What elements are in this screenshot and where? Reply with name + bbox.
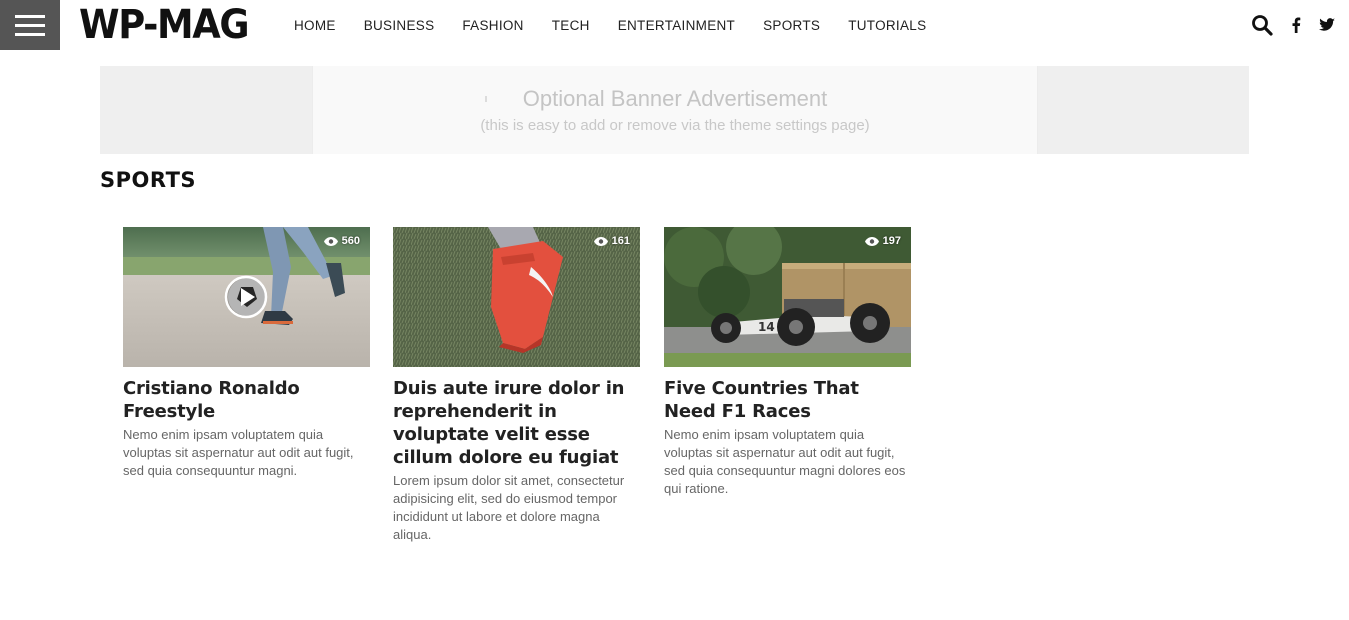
hamburger-line [15,32,45,36]
nav-item-home[interactable]: HOME [294,18,336,33]
section-title: SPORTS [100,168,197,192]
banner-ad[interactable]: Optional Banner Advertisement (this is e… [100,66,1249,154]
eye-icon [593,236,608,246]
nav-item-fashion[interactable]: FASHION [462,18,523,33]
eye-icon [864,236,879,246]
site-logo[interactable]: WP-MAG [79,3,250,47]
car-number: 14 [758,320,775,334]
twitter-icon[interactable] [1319,18,1335,32]
hamburger-menu-icon[interactable] [0,0,60,50]
view-count-value: 197 [882,235,901,247]
post-card[interactable]: 560 Cristiano Ronaldo Freestyle Nemo eni… [123,227,370,480]
nav-item-sports[interactable]: SPORTS [763,18,820,33]
red-football-boot-image [393,227,640,367]
banner-subtitle: (this is easy to add or remove via the t… [480,117,870,134]
view-count-value: 161 [611,235,630,247]
post-excerpt: Nemo enim ipsam voluptatem quia voluptas… [664,427,906,496]
post-excerpt: Nemo enim ipsam voluptatem quia voluptas… [123,427,354,478]
post-card[interactable]: 161 Duis aute irure dolor in reprehender… [393,227,640,544]
post-title[interactable]: Five Countries That Need F1 Races [664,377,911,423]
post-thumbnail[interactable]: 560 [123,227,370,367]
header-icons [1251,0,1335,50]
vintage-race-car-image: 14 [664,227,911,367]
banner-ad-inner: Optional Banner Advertisement (this is e… [312,66,1038,154]
post-title[interactable]: Cristiano Ronaldo Freestyle [123,377,370,423]
banner-title: Optional Banner Advertisement [522,86,828,111]
view-count: 197 [864,235,901,247]
post-thumbnail[interactable]: 14 197 [664,227,911,367]
nav-item-tech[interactable]: TECH [552,18,590,33]
post-excerpt: Lorem ipsum dolor sit amet, consectetur … [393,473,625,542]
nav-item-tutorials[interactable]: TUTORIALS [848,18,926,33]
post-thumbnail[interactable]: 161 [393,227,640,367]
top-bar: WP-MAG HOME BUSINESS FASHION TECH ENTERT… [0,0,1349,50]
post-title[interactable]: Duis aute irure dolor in reprehenderit i… [393,377,640,469]
facebook-icon[interactable] [1291,17,1301,33]
post-card[interactable]: 14 197 Five Countries That Need F1 Races… [664,227,911,498]
nav-item-business[interactable]: BUSINESS [364,18,435,33]
main-nav: HOME BUSINESS FASHION TECH ENTERTAINMENT… [294,0,954,50]
hamburger-line [15,23,45,27]
view-count: 560 [323,235,360,247]
view-count-value: 560 [341,235,360,247]
view-count: 161 [593,235,630,247]
play-icon[interactable] [223,274,269,320]
hamburger-line [15,14,45,18]
nav-item-entertainment[interactable]: ENTERTAINMENT [618,18,735,33]
eye-icon [323,236,338,246]
search-icon[interactable] [1251,14,1273,36]
